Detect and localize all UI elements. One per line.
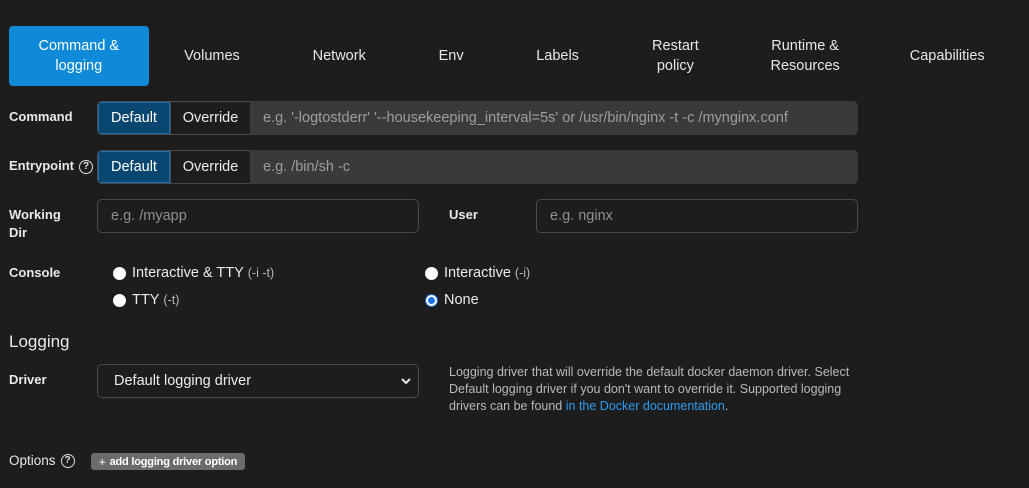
- entrypoint-label-text: Entrypoint: [9, 158, 74, 173]
- command-label: Command: [9, 109, 73, 124]
- radio-label: TTY: [132, 292, 160, 308]
- radio-circle[interactable]: [113, 266, 126, 280]
- add-option-label: add logging driver option: [109, 455, 238, 468]
- working-dir-label: Working Dir: [9, 207, 61, 240]
- entrypoint-mode-toggle: Default Override: [97, 150, 251, 184]
- console-radio-tty[interactable]: TTY (-t): [113, 292, 179, 308]
- tab-label: Volumes: [184, 48, 240, 64]
- command-placeholder: e.g. '-logtostderr' '--housekeeping_inte…: [263, 110, 788, 126]
- logging-driver-select[interactable]: Default logging driver: [97, 364, 419, 398]
- radio-circle-checked[interactable]: [425, 293, 438, 307]
- tab-label: Command & logging: [38, 38, 120, 74]
- radio-label: Interactive: [444, 265, 511, 281]
- working-dir-input[interactable]: e.g. /myapp: [97, 199, 419, 233]
- tab-bar: Command & logging Volumes Network Env La…: [9, 26, 1019, 86]
- tab-label: Env: [438, 48, 464, 64]
- entrypoint-placeholder: e.g. /bin/sh -c: [263, 159, 351, 175]
- add-logging-driver-option-button[interactable]: + add logging driver option: [91, 453, 245, 470]
- chevron-down-icon: [401, 378, 411, 385]
- tab-command-logging[interactable]: Command & logging: [9, 26, 149, 86]
- console-radio-interactive-tty[interactable]: Interactive & TTY (-i -t): [113, 265, 274, 281]
- tab-runtime-resources[interactable]: Runtime & Resources: [735, 26, 876, 86]
- user-label: User: [449, 207, 478, 222]
- entrypoint-label: Entrypoint?: [9, 157, 93, 175]
- radio-flag: (-t): [163, 293, 180, 307]
- plus-icon: +: [98, 454, 106, 469]
- console-radio-none[interactable]: None: [425, 292, 479, 308]
- tab-labels[interactable]: Labels: [499, 26, 616, 86]
- tab-label: Network: [312, 48, 366, 64]
- tab-label: Labels: [536, 48, 579, 64]
- tab-capabilities[interactable]: Capabilities: [875, 26, 1019, 86]
- docker-docs-link[interactable]: in the Docker documentation: [566, 399, 725, 413]
- command-mode-toggle: Default Override: [97, 101, 251, 135]
- radio-label: None: [444, 292, 479, 308]
- console-radio-interactive[interactable]: Interactive (-i): [425, 265, 530, 281]
- driver-label: Driver: [9, 372, 47, 387]
- tab-network[interactable]: Network: [275, 26, 403, 86]
- help-text-end: .: [724, 399, 729, 413]
- tab-label: Restart policy: [652, 38, 699, 74]
- logging-driver-value: Default logging driver: [114, 373, 252, 389]
- radio-flag: (-i): [514, 266, 531, 280]
- logging-driver-help: Logging driver that will override the de…: [449, 364, 869, 415]
- user-placeholder: e.g. nginx: [550, 208, 613, 224]
- command-input[interactable]: e.g. '-logtostderr' '--housekeeping_inte…: [250, 101, 858, 135]
- tab-label: Runtime & Resources: [770, 38, 840, 74]
- tab-label: Capabilities: [909, 48, 985, 64]
- question-circle-icon[interactable]: ?: [60, 454, 75, 469]
- logging-section-title: Logging: [9, 332, 70, 351]
- radio-circle[interactable]: [425, 266, 438, 280]
- user-input[interactable]: e.g. nginx: [536, 199, 858, 233]
- working-dir-placeholder: e.g. /myapp: [111, 208, 187, 224]
- entrypoint-input[interactable]: e.g. /bin/sh -c: [250, 150, 858, 184]
- tab-restart-policy[interactable]: Restart policy: [616, 26, 735, 86]
- command-override-button[interactable]: Override: [170, 102, 250, 134]
- command-default-button[interactable]: Default: [98, 102, 170, 134]
- options-label-text: Options: [9, 453, 56, 468]
- console-label: Console: [9, 265, 61, 280]
- question-circle-icon[interactable]: ?: [79, 159, 93, 174]
- tab-volumes[interactable]: Volumes: [149, 26, 276, 86]
- entrypoint-default-button[interactable]: Default: [98, 151, 170, 183]
- radio-label: Interactive & TTY: [132, 265, 244, 281]
- tab-env[interactable]: Env: [403, 26, 499, 86]
- radio-flag: (-i -t): [247, 266, 275, 280]
- radio-circle[interactable]: [113, 293, 126, 307]
- options-label: Options?: [9, 452, 75, 470]
- entrypoint-override-button[interactable]: Override: [170, 151, 250, 183]
